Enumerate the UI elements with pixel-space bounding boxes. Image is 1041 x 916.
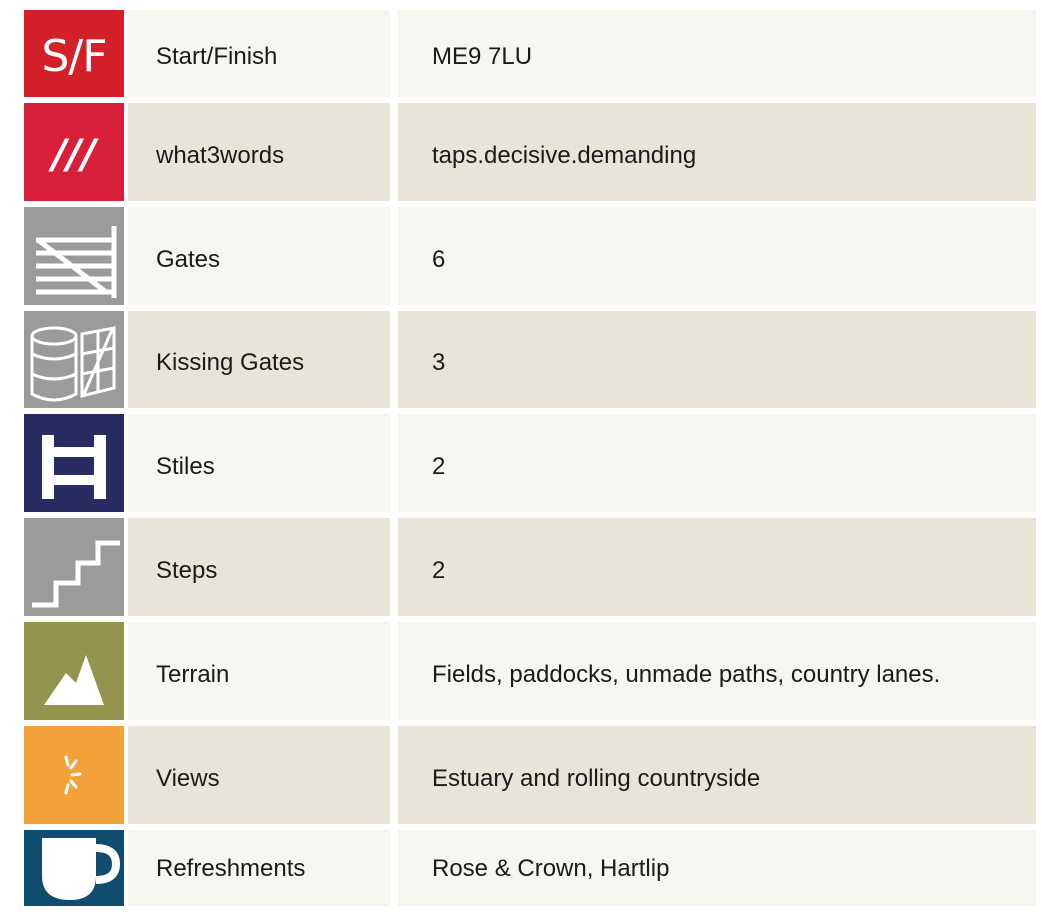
value-kissing-gates: 3: [398, 311, 1036, 414]
value-refreshments: Rose & Crown, Hartlip: [398, 830, 1036, 906]
cup-icon-graphic: [42, 838, 121, 900]
stile-icon: [24, 414, 124, 518]
label-start-finish: Start/Finish: [128, 10, 390, 103]
views-icon-graphic: [64, 755, 82, 795]
value-steps: 2: [398, 518, 1036, 622]
cup-icon: [24, 830, 124, 906]
start-finish-icon-text: S/F: [41, 31, 107, 82]
value-start-finish: ME9 7LU: [398, 10, 1036, 103]
row-kissing-gates: Kissing Gates 3: [24, 311, 1036, 414]
label-steps: Steps: [128, 518, 390, 622]
value-stiles: 2: [398, 414, 1036, 518]
row-refreshments: Refreshments Rose & Crown, Hartlip: [24, 830, 1036, 906]
row-views: Views Estuary and rolling countryside: [24, 726, 1036, 830]
stile-icon-graphic: [42, 435, 106, 499]
row-terrain: Terrain Fields, paddocks, unmade paths, …: [24, 622, 1036, 726]
terrain-icon-graphic: [44, 655, 104, 705]
value-terrain-text: Fields, paddocks, unmade paths, country …: [432, 660, 941, 688]
value-terrain: Fields, paddocks, unmade paths, country …: [398, 622, 1036, 726]
start-finish-icon: S/F: [24, 10, 124, 103]
value-views: Estuary and rolling countryside: [398, 726, 1036, 830]
value-what3words: taps.decisive.demanding: [398, 103, 1036, 207]
label-kissing-gates: Kissing Gates: [128, 311, 390, 414]
views-icon: [24, 726, 124, 830]
kissing-gate-icon-graphic: [30, 326, 116, 402]
kissing-gate-icon: [24, 311, 124, 414]
row-what3words: /// what3words taps.decisive.demanding: [24, 103, 1036, 207]
row-steps: Steps 2: [24, 518, 1036, 622]
value-gates: 6: [398, 207, 1036, 311]
what3words-icon: ///: [24, 103, 124, 207]
gate-icon-graphic: [36, 226, 117, 298]
label-what3words: what3words: [128, 103, 390, 207]
route-info-table: S/F Start/Finish ME9 7LU /// what3words …: [24, 10, 1036, 906]
steps-icon-graphic: [32, 540, 120, 608]
label-gates: Gates: [128, 207, 390, 311]
row-gates: Gates 6: [24, 207, 1036, 311]
label-views: Views: [128, 726, 390, 830]
steps-icon: [24, 518, 124, 622]
label-stiles: Stiles: [128, 414, 390, 518]
label-refreshments: Refreshments: [128, 830, 390, 906]
gate-icon: [24, 207, 124, 311]
row-stiles: Stiles 2: [24, 414, 1036, 518]
label-terrain: Terrain: [128, 622, 390, 726]
row-start-finish: S/F Start/Finish ME9 7LU: [24, 10, 1036, 103]
terrain-icon: [24, 622, 124, 726]
what3words-icon-text: ///: [52, 132, 96, 178]
